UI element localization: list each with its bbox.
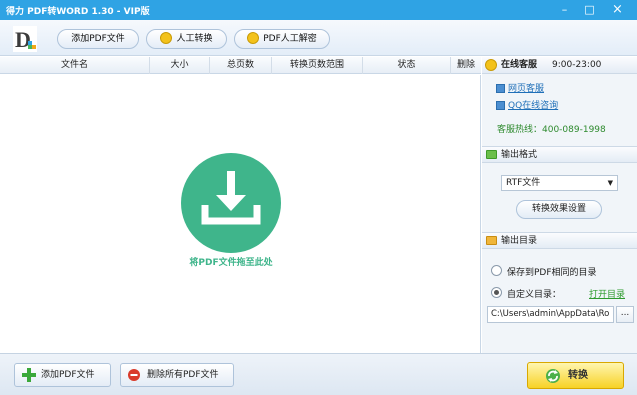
file-drop-area[interactable]: 将PDF文件拖至此处 bbox=[0, 75, 481, 353]
refresh-icon bbox=[546, 369, 560, 383]
maximize-icon[interactable]: □ bbox=[578, 0, 601, 19]
smiley-icon bbox=[247, 31, 260, 44]
close-icon[interactable]: × bbox=[606, 0, 629, 19]
output-format-header: 输出格式 bbox=[482, 146, 637, 163]
output-path-field[interactable]: C:\Users\admin\AppData\Ro bbox=[487, 306, 614, 323]
web-icon bbox=[496, 84, 505, 93]
column-total-pages[interactable]: 总页数 bbox=[210, 57, 272, 74]
support-hours: 9:00-23:00 bbox=[552, 60, 602, 70]
delete-all-label: 删除所有PDF文件 bbox=[147, 370, 219, 380]
output-format-title: 输出格式 bbox=[501, 150, 538, 160]
delete-all-button[interactable]: 删除所有PDF文件 bbox=[120, 363, 234, 387]
qq-support-link-row[interactable]: QQ在线咨询 bbox=[496, 98, 558, 111]
custom-dir-label[interactable]: 自定义目录： bbox=[507, 287, 561, 300]
column-page-range[interactable]: 转换页数范围 bbox=[272, 57, 363, 74]
file-table-header: 文件名 大小 总页数 转换页数范围 状态 删除 bbox=[0, 57, 481, 74]
toolbar: D 添加PDF文件 人工转换 PDF人工解密 bbox=[0, 20, 637, 56]
column-filename[interactable]: 文件名 bbox=[0, 57, 150, 74]
conversion-settings-button[interactable]: 转换效果设置 bbox=[516, 200, 602, 219]
folder-icon bbox=[486, 150, 497, 159]
output-format-value: RTF文件 bbox=[506, 178, 541, 188]
qq-icon bbox=[496, 101, 505, 110]
download-icon[interactable] bbox=[181, 153, 281, 253]
smiley-icon bbox=[160, 31, 173, 44]
manual-convert-button[interactable]: 人工转换 bbox=[146, 29, 227, 49]
add-pdf-toolbar-label: 添加PDF文件 bbox=[71, 34, 125, 44]
convert-button[interactable]: 转换 bbox=[527, 362, 624, 389]
chevron-down-icon: ▼ bbox=[607, 179, 613, 187]
manual-decrypt-button[interactable]: PDF人工解密 bbox=[234, 29, 330, 49]
convert-label: 转换 bbox=[568, 370, 588, 381]
add-pdf-label: 添加PDF文件 bbox=[41, 370, 95, 380]
add-pdf-button[interactable]: 添加PDF文件 bbox=[14, 363, 111, 387]
title-bar: 得力 PDF转WORD 1.30 - VIP版 – □ × bbox=[0, 0, 637, 20]
qq-support-link[interactable]: QQ在线咨询 bbox=[508, 101, 558, 111]
open-dir-link[interactable]: 打开目录 bbox=[589, 287, 625, 300]
column-delete[interactable]: 删除 bbox=[451, 57, 481, 74]
support-header: 在线客服 9:00-23:00 bbox=[482, 57, 637, 74]
window-title: 得力 PDF转WORD 1.30 - VIP版 bbox=[6, 7, 150, 17]
custom-dir-radio[interactable] bbox=[491, 287, 502, 298]
column-status[interactable]: 状态 bbox=[363, 57, 451, 74]
right-panel: 在线客服 9:00-23:00 网页客服 QQ在线咨询 客服热线：400-089… bbox=[482, 57, 637, 353]
minimize-icon[interactable]: – bbox=[553, 0, 576, 19]
smiley-icon bbox=[485, 59, 497, 71]
column-size[interactable]: 大小 bbox=[150, 57, 210, 74]
output-dir-title: 输出目录 bbox=[501, 236, 538, 246]
manual-decrypt-label: PDF人工解密 bbox=[263, 34, 317, 44]
delete-icon bbox=[128, 369, 140, 381]
manual-convert-label: 人工转换 bbox=[176, 34, 213, 44]
web-support-link[interactable]: 网页客服 bbox=[508, 84, 544, 94]
plus-icon bbox=[22, 368, 36, 382]
output-dir-header: 输出目录 bbox=[482, 232, 637, 249]
web-support-link-row[interactable]: 网页客服 bbox=[496, 81, 544, 94]
browse-button[interactable]: ... bbox=[616, 306, 634, 323]
output-format-select[interactable]: RTF文件 ▼ bbox=[501, 175, 618, 191]
drop-hint-text: 将PDF文件拖至此处 bbox=[189, 258, 273, 268]
same-dir-label[interactable]: 保存到PDF相同的目录 bbox=[507, 265, 597, 278]
same-dir-radio[interactable] bbox=[491, 265, 502, 276]
folder-icon bbox=[486, 236, 497, 245]
bottom-bar: 添加PDF文件 删除所有PDF文件 转换 bbox=[0, 353, 637, 395]
support-hotline: 客服热线：400-089-1998 bbox=[497, 125, 606, 135]
add-pdf-toolbar-button[interactable]: 添加PDF文件 bbox=[57, 29, 139, 49]
support-title: 在线客服 bbox=[501, 60, 538, 70]
app-logo: D bbox=[13, 26, 37, 52]
